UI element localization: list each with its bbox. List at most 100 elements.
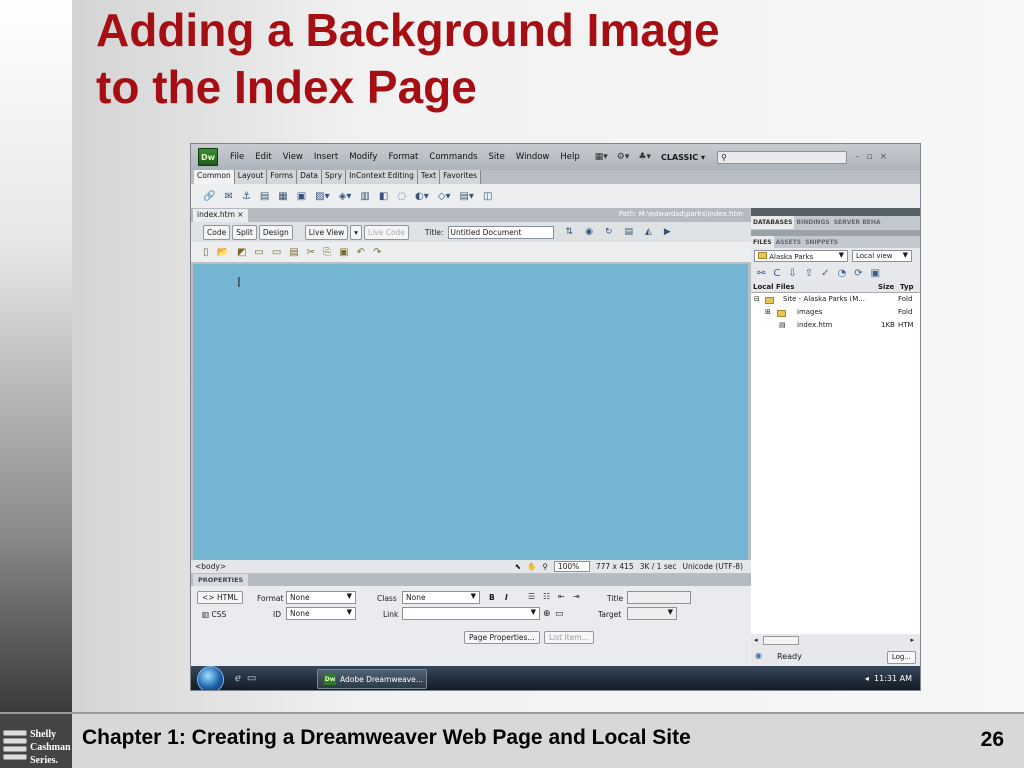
insert-tab-incontext[interactable]: InContext Editing xyxy=(346,170,418,184)
minimize-icon[interactable]: – xyxy=(855,152,860,162)
email-link-icon[interactable]: ✉ xyxy=(224,191,232,202)
site-select[interactable]: Alaska Parks ▼ xyxy=(754,250,848,262)
check-browser-icon[interactable]: ◭ xyxy=(645,227,652,237)
split-view-button[interactable]: Split xyxy=(232,224,257,240)
horizontal-rule-icon[interactable]: ▤ xyxy=(260,191,269,202)
outdent-icon[interactable]: ⇤ xyxy=(558,592,565,601)
expand-icon[interactable]: ⊞ xyxy=(765,308,771,316)
class-select[interactable]: None ▼ xyxy=(402,591,480,604)
menu-edit[interactable]: Edit xyxy=(255,152,271,162)
indent-icon[interactable]: ⇥ xyxy=(573,592,580,601)
column-local-files[interactable]: Local Files xyxy=(753,283,794,291)
file-row-site[interactable]: ⊟ Site - Alaska Parks (M... Fold xyxy=(751,293,920,306)
tag-chooser-icon[interactable]: ◫ xyxy=(483,191,492,202)
css-mode-button[interactable]: ▥ CSS xyxy=(197,608,231,621)
save-icon[interactable]: ▭ xyxy=(254,247,263,258)
print-icon[interactable]: ▤ xyxy=(289,247,298,258)
cut-icon[interactable]: ✂ xyxy=(307,247,315,258)
show-desktop-icon[interactable]: ▭ xyxy=(247,673,256,684)
menu-file[interactable]: File xyxy=(230,152,244,162)
copy-icon[interactable]: ⎘ xyxy=(323,247,331,258)
check-out-icon[interactable]: ✓ xyxy=(821,268,829,279)
code-view-button[interactable]: Code xyxy=(203,224,231,240)
workspace-switcher[interactable]: CLASSIC ▾ xyxy=(661,153,705,162)
close-icon[interactable]: × xyxy=(880,152,888,162)
body-tag-selector[interactable]: <body> xyxy=(195,562,226,571)
insert-tab-text[interactable]: Text xyxy=(417,170,441,184)
menu-site[interactable]: Site xyxy=(489,152,505,162)
document-title-input[interactable]: Untitled Document xyxy=(447,225,554,239)
server-side-include-icon[interactable]: ◧ xyxy=(379,191,388,202)
restore-icon[interactable]: ▫ xyxy=(866,152,872,162)
extend-gear-icon[interactable]: ⚙▾ xyxy=(617,152,630,162)
hyperlink-icon[interactable]: 🔗 xyxy=(203,191,215,202)
html-mode-button[interactable]: <> HTML xyxy=(197,591,243,604)
comment-icon[interactable]: ◌ xyxy=(397,191,406,202)
format-select[interactable]: None ▼ xyxy=(286,591,356,604)
insert-tab-forms[interactable]: Forms xyxy=(267,170,298,184)
design-view-canvas[interactable]: I xyxy=(193,264,748,560)
save-all-icon[interactable]: ▭ xyxy=(272,247,281,258)
layout-menu-icon[interactable]: ▦▾ xyxy=(595,152,608,162)
target-select[interactable]: ▼ xyxy=(627,607,677,620)
taskbar-dreamweaver[interactable]: Dw Adobe Dreamweave... xyxy=(317,669,427,689)
expand-panel-icon[interactable]: ▣ xyxy=(871,268,880,279)
site-menu-icon[interactable]: ♣▾ xyxy=(638,152,651,162)
insert-tab-common[interactable]: Common xyxy=(194,170,235,184)
id-select[interactable]: None ▼ xyxy=(286,607,356,620)
validate-icon[interactable]: ▶ xyxy=(664,227,671,237)
templates-icon[interactable]: ▤▾ xyxy=(459,191,473,202)
tab-databases[interactable]: DATABASES xyxy=(751,216,795,229)
named-anchor-icon[interactable]: ⚓ xyxy=(242,191,251,202)
file-row-images[interactable]: ⊞ images Fold xyxy=(751,306,920,319)
select-tool-icon[interactable]: ⬉ xyxy=(515,560,521,573)
document-tab[interactable]: index.htm × xyxy=(193,209,248,222)
insert-tab-data[interactable]: Data xyxy=(297,170,323,184)
column-size[interactable]: Size xyxy=(878,283,894,291)
live-view-dropdown[interactable]: ▾ xyxy=(350,224,363,240)
ordered-list-icon[interactable]: ☷ xyxy=(543,592,550,601)
start-button[interactable] xyxy=(197,666,224,690)
insert-tab-favorites[interactable]: Favorites xyxy=(440,170,481,184)
table-icon[interactable]: ▦ xyxy=(278,191,287,202)
check-in-icon[interactable]: ◔ xyxy=(838,268,847,279)
tab-bindings[interactable]: BINDINGS xyxy=(794,216,831,229)
files-horizontal-scrollbar[interactable]: ◂ ▸ xyxy=(751,634,920,648)
open-icon[interactable]: 📂 xyxy=(217,247,229,258)
insert-tab-spry[interactable]: Spry xyxy=(322,170,347,184)
system-clock[interactable]: ◂ 11:31 AM xyxy=(865,674,912,683)
menu-commands[interactable]: Commands xyxy=(429,152,477,162)
page-properties-button[interactable]: Page Properties... xyxy=(464,631,540,644)
italic-button[interactable]: I xyxy=(505,593,508,602)
menu-view[interactable]: View xyxy=(283,152,303,162)
put-files-icon[interactable]: ⇧ xyxy=(805,268,813,279)
collapse-icon[interactable]: ⊟ xyxy=(754,295,760,303)
link-input[interactable]: ▼ xyxy=(402,607,540,620)
window-size[interactable]: 777 x 415 xyxy=(596,560,634,573)
design-view-button[interactable]: Design xyxy=(258,224,293,240)
sync-icon[interactable]: ⟳ xyxy=(854,268,862,279)
scroll-right-icon[interactable]: ▸ xyxy=(910,636,914,644)
new-document-icon[interactable]: ▯ xyxy=(203,247,209,258)
tab-server-behaviors[interactable]: SERVER BEHA xyxy=(832,216,883,229)
menu-modify[interactable]: Modify xyxy=(349,152,377,162)
paste-icon[interactable]: ▣ xyxy=(339,247,348,258)
connect-icon[interactable]: ⚯ xyxy=(757,268,765,279)
file-management-icon[interactable]: ⇅ xyxy=(566,227,574,237)
div-icon[interactable]: ▣ xyxy=(297,191,306,202)
script-icon[interactable]: ◇▾ xyxy=(438,191,451,202)
menu-insert[interactable]: Insert xyxy=(314,152,338,162)
refresh-files-icon[interactable]: C xyxy=(773,268,780,279)
image-icon[interactable]: ▨▾ xyxy=(315,191,329,202)
menu-help[interactable]: Help xyxy=(560,152,579,162)
browse-folder-icon[interactable]: ▭ xyxy=(555,609,564,619)
insert-tab-layout[interactable]: Layout xyxy=(234,170,268,184)
scroll-thumb[interactable] xyxy=(763,636,799,645)
help-search-input[interactable]: ⚲ xyxy=(716,150,847,164)
media-icon[interactable]: ◈▾ xyxy=(339,191,352,202)
unordered-list-icon[interactable]: ☰ xyxy=(528,592,535,601)
menu-format[interactable]: Format xyxy=(388,152,418,162)
get-files-icon[interactable]: ⇩ xyxy=(788,268,796,279)
preview-browser-icon[interactable]: ◉ xyxy=(585,227,593,237)
date-icon[interactable]: ▥ xyxy=(360,191,369,202)
